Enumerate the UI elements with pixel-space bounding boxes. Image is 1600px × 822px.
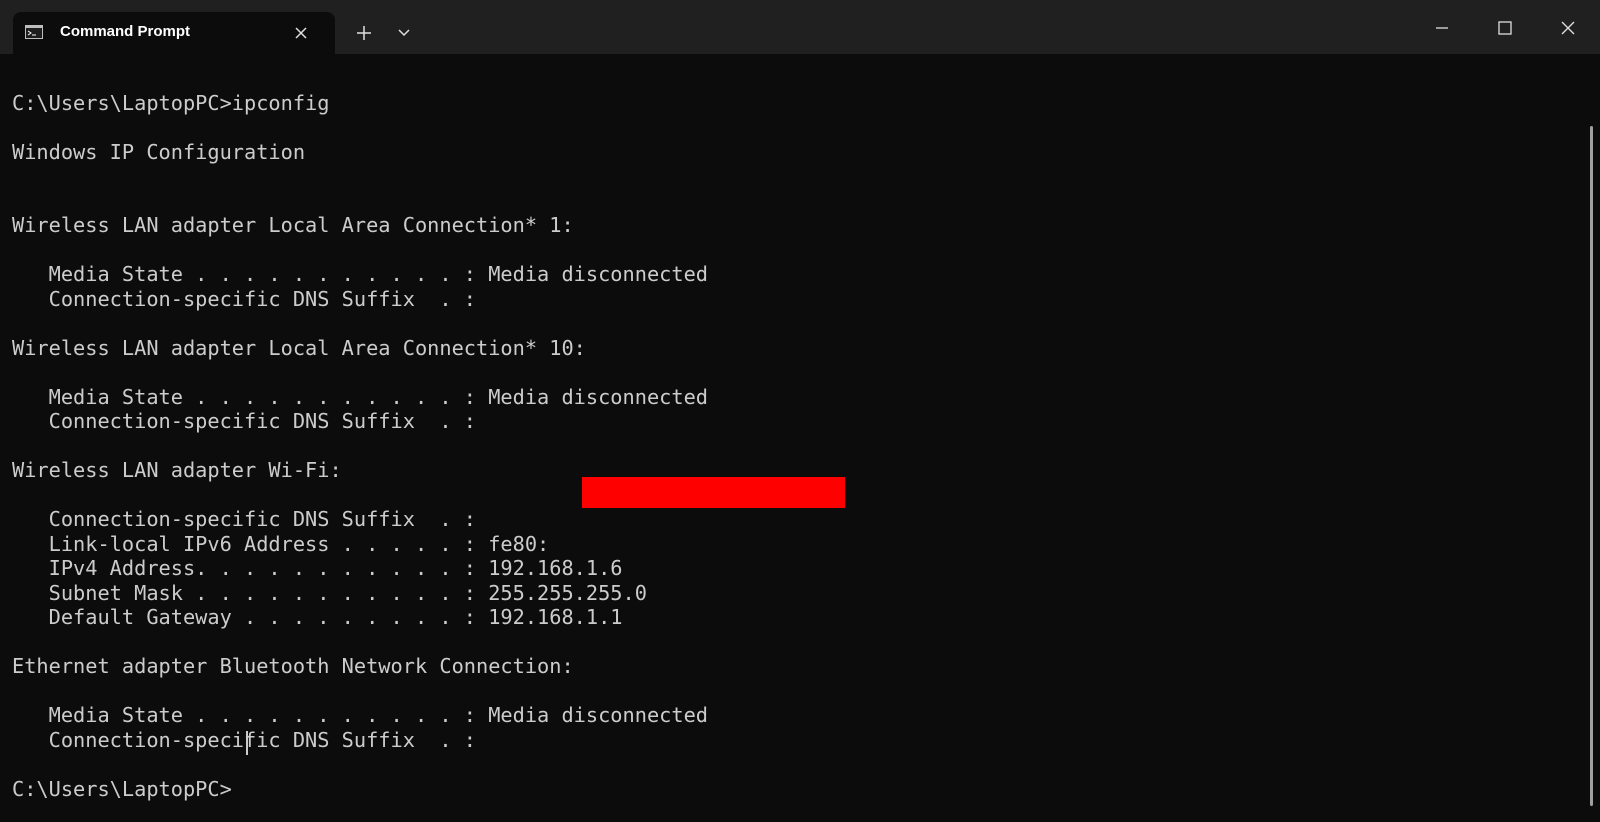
title-bar: Command Prompt <box>0 0 1600 54</box>
tab-command-prompt[interactable]: Command Prompt <box>13 12 335 54</box>
minimize-icon[interactable] <box>1430 16 1454 40</box>
terminal-line: Wireless LAN adapter Wi-Fi: <box>12 458 342 482</box>
terminal-output[interactable]: C:\Users\LaptopPC>ipconfig Windows IP Co… <box>0 54 1588 822</box>
maximize-icon[interactable] <box>1493 16 1517 40</box>
terminal-line: Connection-specific DNS Suffix . : <box>12 409 476 433</box>
terminal-line: Connection-specific DNS Suffix . : <box>12 507 476 531</box>
chevron-down-icon[interactable] <box>396 26 412 40</box>
terminal-line: Default Gateway . . . . . . . . . : 192.… <box>12 605 623 629</box>
terminal-line: Media State . . . . . . . . . . . : Medi… <box>12 703 708 727</box>
tab-title: Command Prompt <box>60 23 191 40</box>
terminal-line: Media State . . . . . . . . . . . : Medi… <box>12 262 708 286</box>
terminal-line: C:\Users\LaptopPC>ipconfig <box>12 91 330 115</box>
terminal-line: Media State . . . . . . . . . . . : Medi… <box>12 385 708 409</box>
plus-icon[interactable] <box>354 23 374 43</box>
terminal-line: Wireless LAN adapter Local Area Connecti… <box>12 336 586 360</box>
terminal-line: Connection-specific DNS Suffix . : <box>12 287 476 311</box>
scrollbar-thumb[interactable] <box>1590 126 1593 806</box>
terminal-line: Windows IP Configuration <box>12 140 306 164</box>
text-cursor <box>246 731 248 755</box>
terminal-line: Connection-specific DNS Suffix . : <box>12 728 476 752</box>
cmd-icon <box>25 25 43 39</box>
redaction-box <box>582 477 845 508</box>
close-icon[interactable] <box>1556 16 1580 40</box>
terminal-line: IPv4 Address. . . . . . . . . . . : 192.… <box>12 556 623 580</box>
terminal-line: Wireless LAN adapter Local Area Connecti… <box>12 213 574 237</box>
terminal-window: Command Prompt C:\Users\LaptopPC>ipconfi… <box>0 0 1600 822</box>
terminal-line: Subnet Mask . . . . . . . . . . . : 255.… <box>12 581 647 605</box>
terminal-prompt: C:\Users\LaptopPC> <box>12 777 232 801</box>
terminal-line: Ethernet adapter Bluetooth Network Conne… <box>12 654 574 678</box>
close-icon[interactable] <box>291 23 311 43</box>
terminal-line: Link-local IPv6 Address . . . . . : fe80… <box>12 532 550 556</box>
